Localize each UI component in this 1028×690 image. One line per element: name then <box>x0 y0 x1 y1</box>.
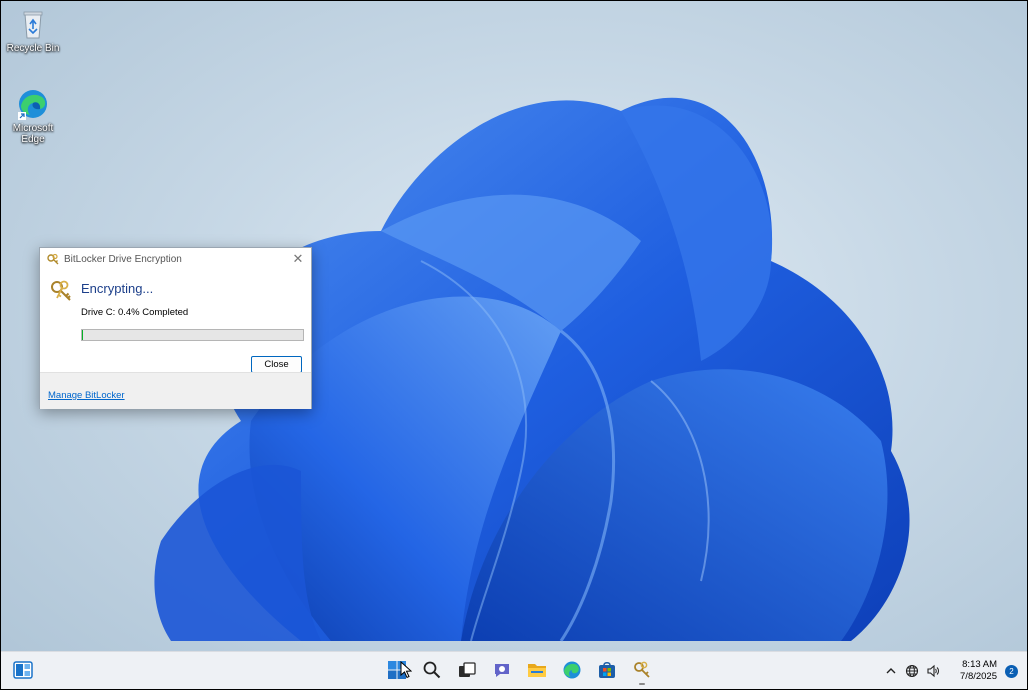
clock[interactable]: 8:13 AM 7/8/2025 <box>960 659 997 683</box>
desktop-icon-recycle-bin[interactable]: Recycle Bin <box>3 7 63 54</box>
encryption-status: Drive C: 0.4% Completed <box>81 307 189 318</box>
bitlocker-dialog: BitLocker Drive Encryption ✕ Encrypting.… <box>39 247 312 409</box>
desktop-screen: Recycle Bin Microsoft Edge BitLocker Dri… <box>0 0 1028 690</box>
chevron-up-icon[interactable] <box>883 663 899 679</box>
taskbar-apps <box>383 656 656 685</box>
edge-icon[interactable] <box>558 656 586 684</box>
close-icon[interactable]: ✕ <box>291 252 305 266</box>
dialog-heading: Encrypting... <box>81 281 154 296</box>
desktop-icon-label: Recycle Bin <box>6 43 60 54</box>
bitlocker-keys-icon <box>48 278 74 304</box>
manage-bitlocker-link[interactable]: Manage BitLocker <box>48 390 125 401</box>
desktop-icon-label: Microsoft Edge <box>12 123 54 145</box>
dialog-footer: Manage BitLocker <box>40 372 311 409</box>
store-icon[interactable] <box>593 656 621 684</box>
dialog-title: BitLocker Drive Encryption <box>64 253 182 265</box>
folder-icon[interactable] <box>523 656 551 684</box>
mouse-cursor-icon <box>400 661 412 679</box>
task-view-icon[interactable] <box>453 656 481 684</box>
taskbar: 8:13 AM 7/8/2025 2 <box>1 651 1027 689</box>
recycle-bin-icon <box>16 7 50 41</box>
desktop-icon-edge[interactable]: Microsoft Edge <box>3 87 63 145</box>
system-tray: 8:13 AM 7/8/2025 2 <box>883 652 1027 689</box>
dialog-body: Encrypting... Drive C: 0.4% Completed Cl… <box>40 270 311 373</box>
dialog-titlebar[interactable]: BitLocker Drive Encryption <box>40 248 311 270</box>
encryption-progress-bar <box>81 329 304 341</box>
bitlocker-keys-icon <box>47 253 60 266</box>
clock-time: 8:13 AM <box>962 659 997 670</box>
volume-icon[interactable] <box>925 663 941 679</box>
running-indicator <box>639 683 645 685</box>
widgets-icon[interactable] <box>13 660 33 680</box>
close-button[interactable]: Close <box>251 356 302 373</box>
bitlocker-keys-icon[interactable] <box>628 656 656 685</box>
teams-chat-icon[interactable] <box>488 656 516 684</box>
notification-badge[interactable]: 2 <box>1005 664 1018 678</box>
edge-icon <box>16 87 50 121</box>
search-icon[interactable] <box>418 656 446 684</box>
clock-date: 7/8/2025 <box>960 671 997 682</box>
progress-fill <box>82 330 83 340</box>
globe-network-icon[interactable] <box>904 663 920 679</box>
